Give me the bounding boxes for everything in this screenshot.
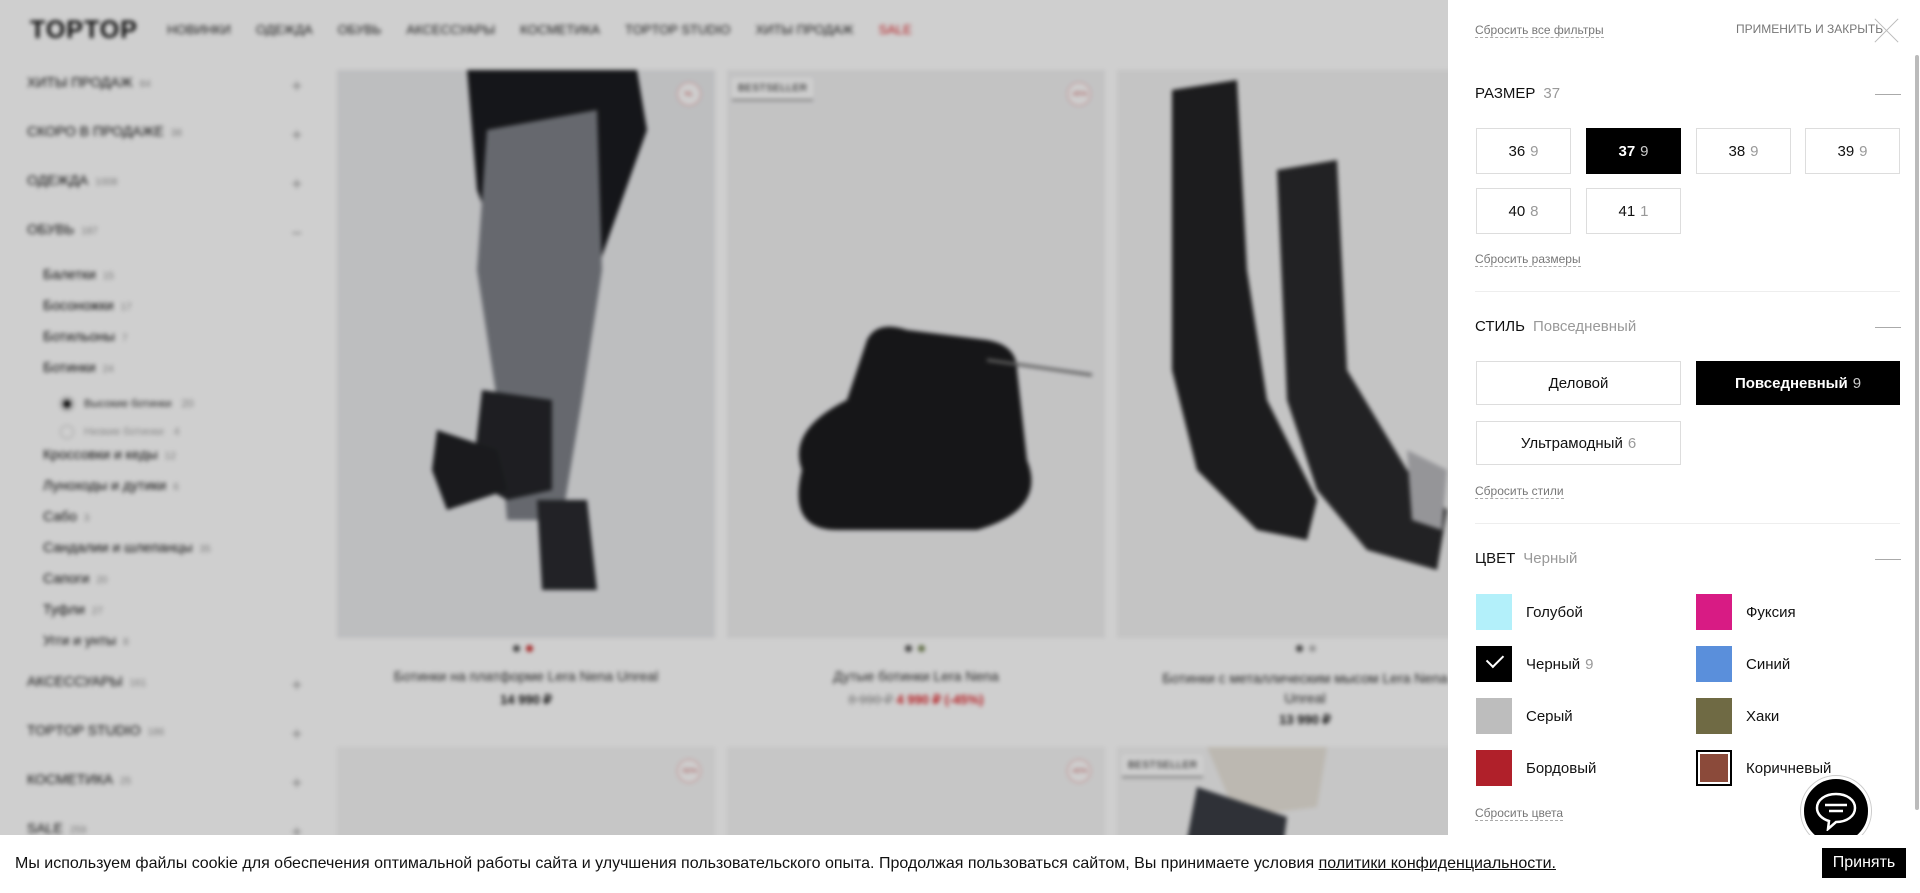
- panel-scrollbar[interactable]: [1915, 55, 1919, 810]
- section-divider: [1475, 523, 1900, 524]
- color-option-black[interactable]: Черный 9: [1476, 646, 1593, 682]
- style-section-title[interactable]: СТИЛЬ Повседневный: [1475, 318, 1636, 335]
- color-swatch: [1696, 594, 1732, 630]
- color-option-fuchsia[interactable]: Фуксия: [1696, 594, 1796, 630]
- color-option-blue[interactable]: Синий: [1696, 646, 1790, 682]
- apply-and-close-button[interactable]: ПРИМЕНИТЬ И ЗАКРЫТЬ: [1736, 22, 1883, 36]
- color-option-burgundy[interactable]: Бордовый: [1476, 750, 1596, 786]
- chat-bubble-icon: [1815, 792, 1857, 831]
- color-swatch: [1476, 698, 1512, 734]
- reset-all-filters-link[interactable]: Сбросить все фильтры: [1475, 23, 1604, 38]
- color-swatch: [1476, 594, 1512, 630]
- color-selected-value: Черный: [1523, 550, 1578, 567]
- size-selected-value: 37: [1543, 85, 1561, 102]
- collapse-icon[interactable]: [1875, 327, 1901, 328]
- reset-styles-link[interactable]: Сбросить стили: [1475, 484, 1564, 499]
- style-option-ultrafashion[interactable]: Ультрамодный 6: [1476, 421, 1681, 465]
- color-option-grey[interactable]: Серый: [1476, 698, 1573, 734]
- reset-sizes-link[interactable]: Сбросить размеры: [1475, 252, 1581, 267]
- color-section-title[interactable]: ЦВЕТ Черный: [1475, 550, 1577, 567]
- color-swatch: [1476, 750, 1512, 786]
- section-divider: [1475, 291, 1900, 292]
- style-option-business[interactable]: Деловой: [1476, 361, 1681, 405]
- color-swatch-checked: [1476, 646, 1512, 682]
- reset-colors-link[interactable]: Сбросить цвета: [1475, 806, 1564, 821]
- cookie-banner: Мы используем файлы cookie для обеспечен…: [0, 835, 1920, 893]
- collapse-icon[interactable]: [1875, 94, 1901, 95]
- size-option-39[interactable]: 39 9: [1805, 128, 1900, 174]
- size-option-36[interactable]: 36 9: [1476, 128, 1571, 174]
- color-swatch: [1696, 698, 1732, 734]
- size-section-title[interactable]: РАЗМЕР 37: [1475, 85, 1560, 102]
- size-option-38[interactable]: 38 9: [1696, 128, 1791, 174]
- style-option-casual[interactable]: Повседневный 9: [1696, 361, 1900, 405]
- size-option-40[interactable]: 40 8: [1476, 188, 1571, 234]
- color-swatch: [1696, 750, 1732, 786]
- color-option-lightblue[interactable]: Голубой: [1476, 594, 1583, 630]
- color-option-brown[interactable]: Коричневый: [1696, 750, 1831, 786]
- collapse-icon[interactable]: [1875, 559, 1901, 560]
- cookie-accept-button[interactable]: Принять: [1822, 848, 1906, 878]
- close-icon[interactable]: [1874, 17, 1900, 43]
- checkmark-icon: [1485, 649, 1505, 669]
- cookie-text: Мы используем файлы cookie для обеспечен…: [15, 855, 1556, 872]
- color-swatch: [1696, 646, 1732, 682]
- size-option-41[interactable]: 41 1: [1586, 188, 1681, 234]
- size-option-37[interactable]: 37 9: [1586, 128, 1681, 174]
- style-selected-value: Повседневный: [1532, 318, 1637, 335]
- color-option-khaki[interactable]: Хаки: [1696, 698, 1779, 734]
- filter-panel: Сбросить все фильтры ПРИМЕНИТЬ И ЗАКРЫТЬ…: [1448, 0, 1920, 835]
- privacy-policy-link[interactable]: политики конфиденциальности.: [1319, 855, 1556, 872]
